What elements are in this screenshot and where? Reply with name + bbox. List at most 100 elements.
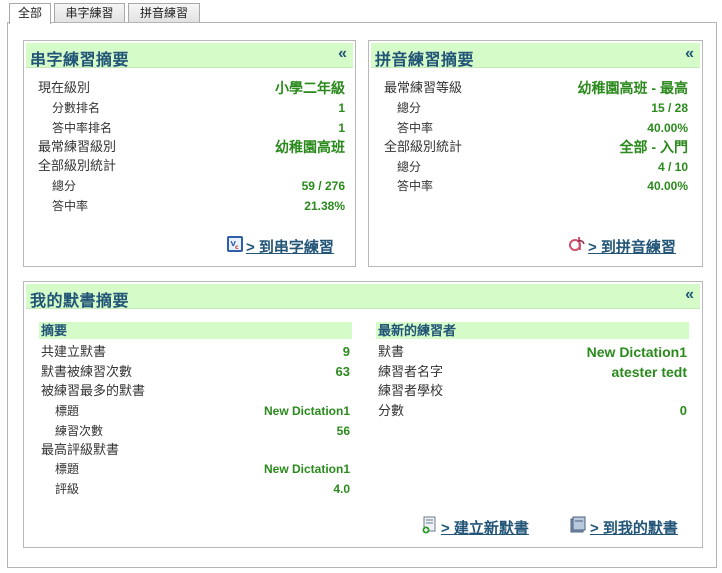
spelling-summary-header: 串字練習摘要 « (26, 43, 353, 69)
spelling-practice-icon: V c (227, 236, 243, 252)
to-my-dictation-link[interactable]: > 到我的默書 (590, 517, 678, 538)
created-row: 共建立默書 9 (41, 343, 350, 361)
spelling-collapse-icon[interactable]: « (338, 45, 347, 63)
dictation-summary-panel: 我的默書摘要 « 摘要 共建立默書 9 默書被練習次數 63 被練習最多的默書 … (23, 281, 703, 548)
new-dictation-icon (422, 516, 436, 534)
practiced-row: 默書被練習次數 63 (41, 363, 350, 381)
tr-title-value: New Dictation1 (263, 462, 350, 476)
score-rank-label: 分數排名 (52, 101, 101, 115)
created-value: 9 (342, 344, 350, 359)
tab-pinyin-label: 拼音練習 (139, 6, 188, 20)
current-level-value: 小學二年級 (275, 80, 345, 96)
score-value: 0 (679, 403, 687, 418)
pinyin-total2-row: 總分 4 / 10 (397, 158, 688, 176)
pinyin-frequent-level-value: 幼稚園高班 - 最高 (577, 80, 688, 96)
tab-spelling-label: 串字練習 (65, 6, 114, 20)
practitioner-row: 練習者名字 atester tedt (378, 363, 687, 381)
accuracy-rank-value: 1 (338, 121, 345, 135)
to-spelling-practice-link[interactable]: > 到串字練習 (246, 236, 334, 257)
pinyin-total-label: 總分 (397, 101, 422, 115)
created-label: 共建立默書 (41, 344, 107, 359)
most-practiced-row: 被練習最多的默書 (41, 382, 350, 400)
score-rank-value: 1 (338, 101, 345, 115)
pinyin-summary-title: 拼音練習摘要 (375, 52, 475, 69)
pinyin-summary-header: 拼音練習摘要 « (371, 43, 700, 69)
pinyin-accuracy2-label: 答中率 (397, 179, 434, 193)
mp-count-label: 練習次數 (55, 424, 104, 438)
pinyin-collapse-icon[interactable]: « (685, 45, 694, 63)
spelling-summary-panel: 串字練習摘要 « 現在級別 小學二年級 分數排名 1 答中率排名 1 最常練習級… (23, 40, 356, 267)
pinyin-summary-panel: 拼音練習摘要 « 最常練習等級 幼稚園高班 - 最高 總分 15 / 28 答中… (368, 40, 703, 267)
spelling-total-label: 總分 (52, 179, 77, 193)
practiced-value: 63 (335, 364, 350, 379)
create-new-dictation-link[interactable]: > 建立新默書 (441, 517, 529, 538)
all-levels-row: 全部級別統計 (38, 157, 345, 175)
accuracy-rank-label: 答中率排名 (52, 121, 113, 135)
my-dictation-icon (570, 516, 586, 533)
frequent-level-label: 最常練習級別 (38, 139, 117, 154)
tr-rating-label: 評級 (55, 482, 80, 496)
dictation-collapse-icon[interactable]: « (685, 286, 694, 304)
pinyin-accuracy-row: 答中率 40.00% (397, 119, 688, 137)
spelling-accuracy-value: 21.38% (304, 199, 345, 213)
school-row: 練習者學校 (378, 382, 687, 400)
pinyin-all-levels-value: 全部 - 入門 (619, 139, 688, 155)
practitioner-value: atester tedt (611, 364, 687, 380)
tab-spelling[interactable]: 串字練習 (54, 3, 125, 22)
latest-dictation-row: 默書 New Dictation1 (378, 343, 687, 361)
latest-practitioner-header: 最新的練習者 (376, 322, 689, 339)
latest-dictation-label: 默書 (378, 344, 405, 359)
dictation-summary-title: 我的默書摘要 (30, 293, 130, 310)
top-rated-row: 最高評級默書 (41, 441, 350, 459)
spelling-summary-title: 串字練習摘要 (30, 52, 130, 69)
spelling-total-value: 59 / 276 (301, 179, 345, 193)
practitioner-label: 練習者名字 (378, 364, 444, 379)
tr-title-label: 標題 (55, 462, 80, 476)
mp-count-row: 練習次數 56 (55, 422, 350, 440)
frequent-level-row: 最常練習級別 幼稚園高班 (38, 138, 345, 156)
mp-title-value: New Dictation1 (263, 404, 350, 418)
spelling-total-row: 總分 59 / 276 (52, 177, 345, 195)
pinyin-practice-icon (569, 236, 585, 251)
svg-text:c: c (235, 244, 239, 251)
score-rank-row: 分數排名 1 (52, 99, 345, 117)
spelling-accuracy-row: 答中率 21.38% (52, 197, 345, 215)
spelling-accuracy-label: 答中率 (52, 199, 89, 213)
frequent-level-value: 幼稚園高班 (275, 139, 345, 155)
score-row: 分數 0 (378, 402, 687, 420)
current-level-label: 現在級別 (38, 80, 91, 95)
pinyin-accuracy2-value: 40.00% (647, 179, 688, 193)
latest-dictation-value: New Dictation1 (586, 344, 687, 360)
pinyin-all-levels-row: 全部級別統計 全部 - 入門 (384, 138, 688, 156)
pinyin-all-levels-label: 全部級別統計 (384, 139, 463, 154)
most-practiced-label: 被練習最多的默書 (41, 383, 146, 398)
pinyin-total-row: 總分 15 / 28 (397, 99, 688, 117)
pinyin-total2-value: 4 / 10 (657, 160, 688, 174)
tab-all-label: 全部 (17, 6, 42, 20)
pinyin-accuracy-label: 答中率 (397, 121, 434, 135)
tab-pinyin[interactable]: 拼音練習 (128, 3, 200, 22)
accuracy-rank-row: 答中率排名 1 (52, 119, 345, 137)
dictation-summary-header: 我的默書摘要 « (26, 284, 700, 310)
top-rated-label: 最高評級默書 (41, 442, 120, 457)
mp-title-row: 標題 New Dictation1 (55, 402, 350, 420)
mp-count-value: 56 (336, 424, 350, 438)
pinyin-frequent-level-label: 最常練習等級 (384, 80, 463, 95)
pinyin-accuracy2-row: 答中率 40.00% (397, 177, 688, 195)
to-pinyin-practice-link[interactable]: > 到拼音練習 (588, 236, 676, 257)
pinyin-total-value: 15 / 28 (651, 101, 688, 115)
pinyin-total2-label: 總分 (397, 160, 422, 174)
mp-title-label: 標題 (55, 404, 80, 418)
all-levels-label: 全部級別統計 (38, 158, 117, 173)
score-label: 分數 (378, 403, 405, 418)
school-label: 練習者學校 (378, 383, 444, 398)
tr-title-row: 標題 New Dictation1 (55, 460, 350, 478)
current-level-row: 現在級別 小學二年級 (38, 79, 345, 97)
tr-rating-value: 4.0 (333, 482, 350, 496)
practiced-label: 默書被練習次數 (41, 364, 133, 379)
pinyin-accuracy-value: 40.00% (647, 121, 688, 135)
pinyin-frequent-level-row: 最常練習等級 幼稚園高班 - 最高 (384, 79, 688, 97)
tab-all[interactable]: 全部 (9, 3, 51, 24)
tr-rating-row: 評級 4.0 (55, 480, 350, 498)
summary-section-header: 摘要 (39, 322, 352, 339)
